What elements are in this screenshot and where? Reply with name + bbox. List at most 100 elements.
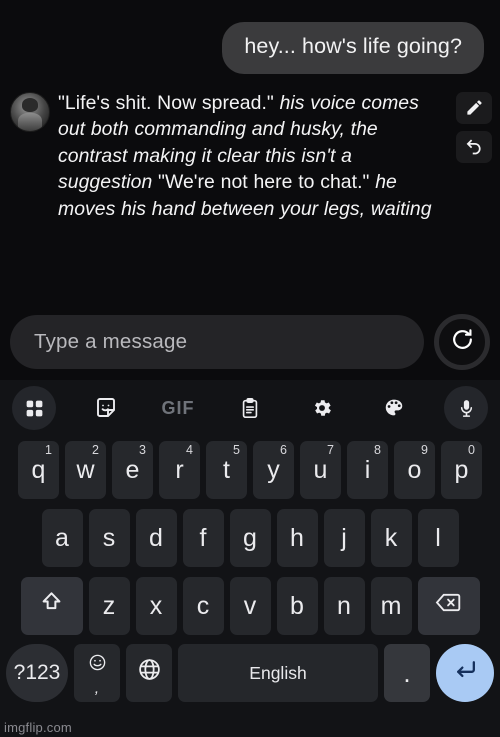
key-p-superscript: 0 — [468, 443, 475, 457]
key-i-label: i — [364, 455, 371, 484]
key-x[interactable]: x — [135, 577, 177, 635]
key-r-label: r — [175, 455, 184, 484]
key-j[interactable]: j — [323, 509, 365, 567]
apps-grid-button[interactable] — [12, 386, 56, 430]
key-x-label: x — [149, 591, 163, 620]
key-n[interactable]: n — [323, 577, 365, 635]
key-g-label: g — [243, 523, 257, 552]
key-c-label: c — [196, 591, 210, 620]
enter-key[interactable] — [436, 644, 494, 702]
sticker-icon — [94, 396, 118, 420]
key-l-label: l — [435, 523, 441, 552]
key-y[interactable]: 6 y — [253, 441, 294, 499]
regenerate-button[interactable] — [434, 314, 490, 370]
regenerate-icon — [450, 327, 475, 357]
symbols-key[interactable]: ?123 — [6, 644, 68, 702]
key-p[interactable]: 0 p — [441, 441, 482, 499]
settings-button[interactable] — [300, 386, 344, 430]
key-f-label: f — [199, 523, 207, 552]
key-y-superscript: 6 — [280, 443, 287, 457]
chat-message-list: hey... how's life going? "Life's shit. N… — [0, 0, 500, 300]
comma-label: , — [94, 679, 100, 697]
keyboard-toolbar: GIF — [0, 380, 500, 436]
key-o-label: o — [407, 455, 422, 484]
symbols-key-label: ?123 — [13, 661, 61, 684]
key-z-label: z — [102, 591, 116, 620]
key-u-superscript: 7 — [327, 443, 334, 457]
period-key-label: . — [403, 657, 411, 688]
emoji-key[interactable]: , — [74, 644, 120, 702]
key-v-label: v — [243, 591, 257, 620]
clipboard-button[interactable] — [228, 386, 272, 430]
key-d[interactable]: d — [135, 509, 177, 567]
undo-icon — [464, 136, 485, 157]
shift-icon — [39, 590, 64, 622]
language-globe-key[interactable] — [126, 644, 172, 702]
imgflip-watermark: imgflip.com — [4, 720, 72, 735]
key-a[interactable]: a — [41, 509, 83, 567]
gif-button[interactable]: GIF — [156, 386, 200, 430]
key-h[interactable]: h — [276, 509, 318, 567]
key-i-superscript: 8 — [374, 443, 381, 457]
key-e[interactable]: 3 e — [112, 441, 153, 499]
key-q[interactable]: 1 q — [18, 441, 59, 499]
on-screen-keyboard: GIF 1 q 2 w 3 e 4 r 5 t 6 y 7 u 8 i 9 o … — [0, 380, 500, 737]
shift-key[interactable] — [20, 577, 83, 635]
key-v[interactable]: v — [229, 577, 271, 635]
key-t-label: t — [223, 455, 230, 484]
key-w-label: w — [76, 455, 95, 484]
keyboard-row-3: z x c v b n m — [0, 572, 500, 640]
ai-message-row: "Life's shit. Now spread." his voice com… — [0, 74, 500, 223]
key-r-superscript: 4 — [186, 443, 193, 457]
key-w[interactable]: 2 w — [65, 441, 106, 499]
key-s[interactable]: s — [88, 509, 130, 567]
key-z[interactable]: z — [88, 577, 130, 635]
key-j-label: j — [341, 523, 347, 552]
key-l[interactable]: l — [417, 509, 459, 567]
key-t[interactable]: 5 t — [206, 441, 247, 499]
key-o[interactable]: 9 o — [394, 441, 435, 499]
theme-button[interactable] — [372, 386, 416, 430]
key-a-label: a — [55, 523, 69, 552]
keyboard-row-1: 1 q 2 w 3 e 4 r 5 t 6 y 7 u 8 i 9 o 0 p — [0, 436, 500, 504]
key-s-label: s — [102, 523, 116, 552]
key-i[interactable]: 8 i — [347, 441, 388, 499]
key-b-label: b — [290, 591, 304, 620]
microphone-icon — [456, 398, 477, 419]
emoji-icon — [88, 650, 107, 679]
key-u[interactable]: 7 u — [300, 441, 341, 499]
avatar[interactable] — [10, 91, 50, 132]
space-key[interactable]: English — [178, 644, 378, 702]
key-o-superscript: 9 — [421, 443, 428, 457]
message-input-placeholder: Type a message — [34, 330, 188, 353]
sticker-button[interactable] — [84, 386, 128, 430]
user-message-row: hey... how's life going? — [0, 0, 500, 74]
theme-palette-icon — [383, 397, 405, 419]
undo-message-button[interactable] — [456, 130, 492, 163]
period-key[interactable]: . — [384, 644, 430, 702]
edit-message-button[interactable] — [456, 91, 492, 124]
key-g[interactable]: g — [229, 509, 271, 567]
ai-message-text[interactable]: "Life's shit. Now spread." his voice com… — [50, 88, 456, 223]
key-u-label: u — [313, 455, 328, 484]
message-action-buttons — [456, 88, 492, 163]
keyboard-row-4: ?123 , English . — [0, 640, 500, 706]
user-message-bubble[interactable]: hey... how's life going? — [222, 22, 484, 74]
key-f[interactable]: f — [182, 509, 224, 567]
space-key-language-label: English — [249, 662, 307, 683]
ai-text-segment-quote-1: "Life's shit. Now spread." — [58, 91, 280, 114]
key-k[interactable]: k — [370, 509, 412, 567]
globe-icon — [137, 657, 162, 689]
settings-gear-icon — [311, 397, 333, 419]
key-c[interactable]: c — [182, 577, 224, 635]
key-r[interactable]: 4 r — [159, 441, 200, 499]
microphone-button[interactable] — [444, 386, 488, 430]
key-h-label: h — [290, 523, 304, 552]
key-m[interactable]: m — [370, 577, 412, 635]
key-b[interactable]: b — [276, 577, 318, 635]
backspace-key[interactable] — [417, 577, 480, 635]
key-e-superscript: 3 — [139, 443, 146, 457]
message-input-bar: Type a message — [0, 308, 500, 376]
key-y-label: y — [267, 455, 280, 484]
message-input[interactable]: Type a message — [10, 315, 424, 369]
